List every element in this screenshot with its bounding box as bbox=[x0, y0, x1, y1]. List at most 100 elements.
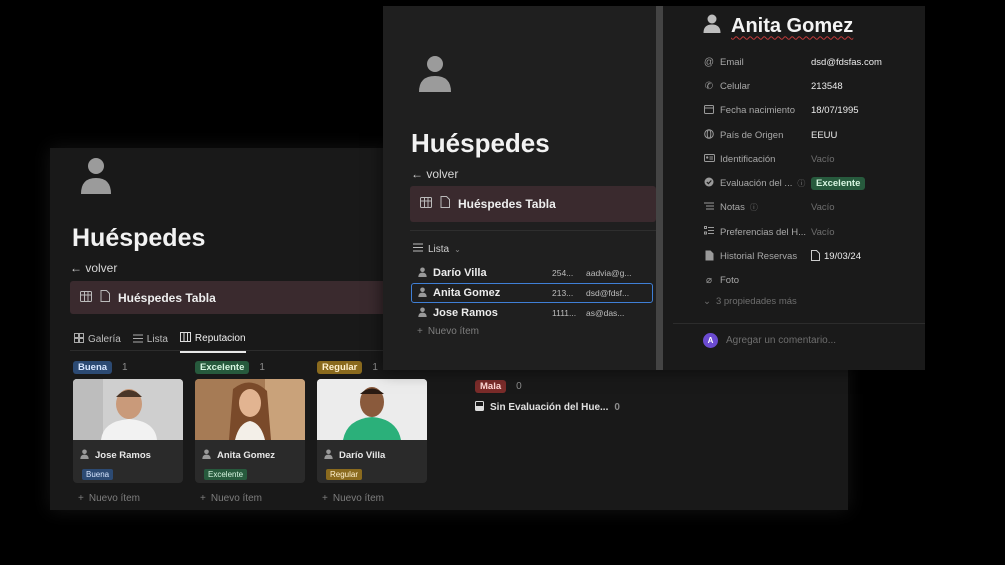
new-item-button[interactable]: + Nuevo ítem bbox=[417, 326, 479, 337]
panel-resize-handle[interactable] bbox=[656, 6, 663, 370]
property-value: 18/07/1995 bbox=[811, 105, 859, 117]
property-label: Fecha nacimiento bbox=[720, 105, 795, 117]
row-name: Darío Villa bbox=[433, 267, 487, 279]
card-title: Darío Villa bbox=[339, 450, 386, 461]
group-tag[interactable]: Regular bbox=[317, 360, 363, 374]
list-item-selected[interactable]: Anita Gomez 213... dsd@fdsf... bbox=[411, 283, 653, 303]
list-item[interactable]: Darío Villa 254... aadvia@g... bbox=[411, 263, 653, 283]
view-selector[interactable]: Lista ⌄ bbox=[413, 243, 461, 255]
back-link[interactable]: ← volver bbox=[70, 261, 117, 275]
group-tag[interactable]: Excelente bbox=[195, 360, 250, 374]
person-icon bbox=[418, 267, 427, 280]
list-item[interactable]: Jose Ramos 1111... as@das... bbox=[411, 303, 653, 323]
page-person-icon bbox=[417, 54, 453, 99]
paperclip-icon: ⌀ bbox=[705, 275, 713, 287]
calendar-icon bbox=[703, 104, 715, 117]
row-phone: 254... bbox=[552, 268, 574, 278]
hidden-group-sin-evaluacion[interactable]: Sin Evaluación del Hue... 0 bbox=[475, 401, 620, 414]
group-tag[interactable]: Buena bbox=[73, 360, 113, 374]
row-phone: 213... bbox=[552, 288, 574, 298]
guest-photo bbox=[317, 379, 427, 440]
gallery-icon bbox=[74, 333, 84, 346]
gallery-card[interactable]: Jose Ramos Buena bbox=[73, 379, 183, 483]
property-preferencias[interactable]: Preferencias del H... Vacío bbox=[703, 220, 919, 244]
tab-label: Lista bbox=[146, 334, 168, 345]
property-foto[interactable]: ⌀ Foto bbox=[703, 269, 919, 293]
comment-placeholder: Agregar un comentario... bbox=[726, 335, 837, 346]
group-count: 0 bbox=[516, 381, 522, 392]
new-item-button[interactable]: + Nuevo ítem bbox=[78, 493, 185, 504]
plus-icon: + bbox=[78, 493, 84, 504]
property-value: 19/03/24 bbox=[824, 251, 861, 263]
new-item-button[interactable]: + Nuevo ítem bbox=[322, 493, 429, 504]
guest-photo bbox=[73, 379, 183, 440]
linked-database-link[interactable]: Huéspedes Tabla bbox=[410, 186, 656, 222]
property-value: Vacío bbox=[811, 226, 835, 238]
list-icon bbox=[132, 334, 143, 346]
id-card-icon bbox=[703, 153, 715, 165]
record-title[interactable]: Anita Gomez bbox=[731, 15, 853, 38]
property-notas[interactable]: Notas ⓘ Vacío bbox=[703, 196, 919, 220]
page-icon bbox=[100, 289, 110, 307]
page-person-icon bbox=[80, 156, 116, 201]
at-icon: @ bbox=[703, 56, 715, 68]
row-email: as@das... bbox=[586, 308, 625, 318]
check-circle-icon bbox=[703, 177, 715, 190]
more-properties-label: 3 propiedades más bbox=[715, 295, 797, 307]
comment-input[interactable]: A Agregar un comentario... bbox=[703, 333, 836, 348]
tab-label: Reputacion bbox=[194, 333, 246, 344]
evaluation-tag: Excelente bbox=[811, 177, 866, 191]
gallery-card[interactable]: Darío Villa Regular bbox=[317, 379, 427, 483]
property-label: Identificación bbox=[720, 153, 776, 165]
gallery-card[interactable]: Anita Gomez Excelente bbox=[195, 379, 305, 483]
property-value: 213548 bbox=[811, 80, 843, 92]
linked-database-label: Huéspedes Tabla bbox=[118, 290, 216, 305]
row-email: aadvia@g... bbox=[586, 268, 632, 278]
card-status-tag: Buena bbox=[82, 469, 114, 480]
property-value: Vacío bbox=[811, 202, 835, 214]
property-celular[interactable]: ✆ Celular 213548 bbox=[703, 74, 919, 98]
board-column-mala: Mala 0 Sin Evaluación del Hue... 0 bbox=[475, 380, 620, 414]
more-properties-toggle[interactable]: ⌄ 3 propiedades más bbox=[703, 296, 919, 307]
checklist-icon bbox=[703, 226, 715, 238]
group-count: 1 bbox=[259, 361, 265, 373]
property-list: @ Email dsd@fdsfas.com ✆ Celular 213548 Fe… bbox=[703, 50, 919, 307]
property-evaluacion[interactable]: Evaluación del ... ⓘ Excelente bbox=[703, 171, 919, 195]
new-item-label: Nuevo ítem bbox=[332, 493, 384, 504]
person-icon bbox=[418, 287, 427, 300]
property-email[interactable]: @ Email dsd@fdsfas.com bbox=[703, 50, 919, 74]
new-item-label: Nuevo ítem bbox=[427, 326, 479, 337]
group-count: 1 bbox=[372, 361, 378, 373]
property-value: dsd@fdsfas.com bbox=[811, 56, 882, 68]
property-pais-origen[interactable]: País de Origen EEUU bbox=[703, 123, 919, 147]
property-value: EEUU bbox=[811, 129, 838, 141]
group-tag[interactable]: Mala bbox=[475, 380, 507, 393]
property-value: Vacío bbox=[811, 153, 835, 165]
person-icon bbox=[703, 14, 721, 38]
chevron-down-icon: ⌄ bbox=[454, 244, 461, 254]
property-label: Evaluación del ... bbox=[720, 178, 793, 190]
page-title: Huéspedes bbox=[72, 224, 206, 252]
linked-database-link[interactable]: Huéspedes Tabla bbox=[70, 281, 386, 314]
new-item-button[interactable]: + Nuevo ítem bbox=[200, 493, 307, 504]
row-phone: 1111... bbox=[552, 308, 577, 318]
phone-icon: ✆ bbox=[704, 80, 714, 92]
property-identificacion[interactable]: Identificación Vacío bbox=[703, 147, 919, 171]
record-detail-panel: Anita Gomez @ Email dsd@fdsfas.com ✆ Celul… bbox=[663, 6, 925, 370]
new-item-label: Nuevo ítem bbox=[88, 493, 140, 504]
property-fecha-nacimiento[interactable]: Fecha nacimiento 18/07/1995 bbox=[703, 99, 919, 123]
linked-database-label: Huéspedes Tabla bbox=[458, 197, 556, 211]
page-icon bbox=[811, 249, 820, 264]
group-count: 1 bbox=[122, 361, 128, 373]
board-column-excelente: Excelente 1 Anita Gomez Excelente + Nuev… bbox=[195, 360, 307, 504]
guest-photo bbox=[195, 379, 305, 440]
guest-list-window: Huéspedes ← volver Huéspedes Tabla Lista… bbox=[383, 6, 925, 370]
list-icon bbox=[413, 243, 423, 255]
back-link[interactable]: ← volver bbox=[411, 167, 458, 181]
card-status-tag: Regular bbox=[326, 469, 363, 480]
property-historial-reservas[interactable]: Historial Reservas 19/03/24 bbox=[703, 244, 919, 268]
plus-icon: + bbox=[200, 493, 206, 504]
board-column-buena: Buena 1 Jose Ramos Buena + Nuevo ítem bbox=[73, 360, 185, 504]
divider bbox=[70, 350, 386, 351]
row-name: Jose Ramos bbox=[433, 307, 498, 319]
